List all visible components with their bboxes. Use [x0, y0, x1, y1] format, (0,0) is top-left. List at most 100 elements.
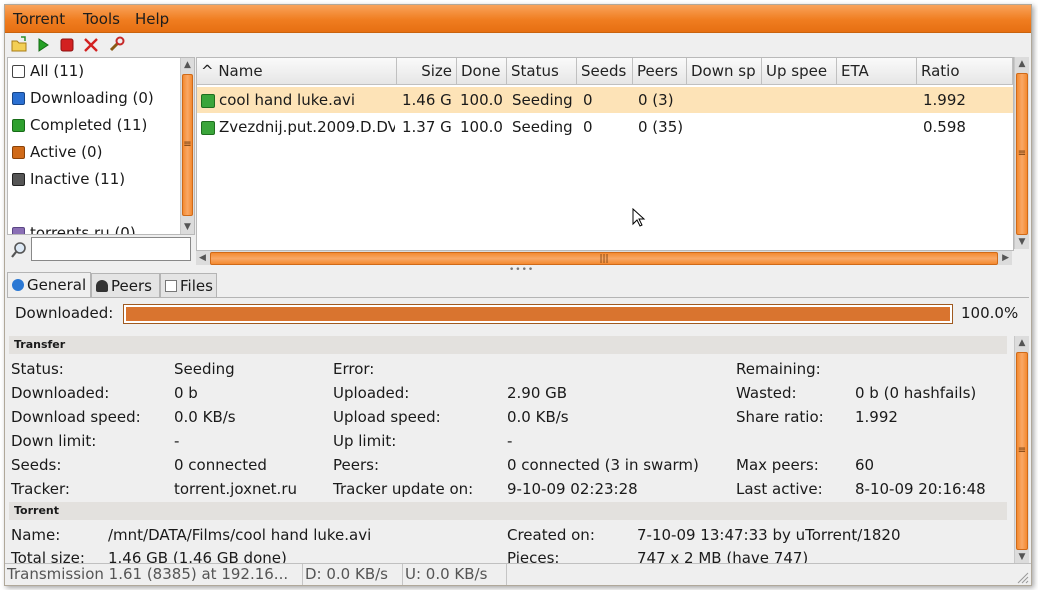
scroll-right-icon[interactable]: ▶ [1002, 251, 1009, 265]
column-header-size[interactable]: Size [397, 58, 457, 85]
scroll-left-icon[interactable]: ◀ [199, 251, 206, 265]
torrent-list-hscroll-thumb[interactable]: ||| [210, 252, 998, 265]
scroll-up-icon[interactable]: ▲ [181, 58, 194, 72]
torrent-list-hscrollbar[interactable]: ◀ ||| ▶ [196, 251, 1012, 265]
filter-label: Completed (11) [30, 116, 148, 134]
column-header-status[interactable]: Status [507, 58, 577, 85]
field-value: 1.992 [855, 408, 898, 426]
column-header-eta[interactable]: ETA [837, 58, 917, 85]
tab-general[interactable]: General [7, 272, 91, 298]
field-label: Downloaded: [11, 384, 110, 402]
field-label: Remaining: [736, 360, 821, 378]
column-header-down-speed[interactable]: Down sp [687, 58, 762, 85]
completed-icon [12, 119, 25, 132]
cell-status: Seeding [512, 91, 573, 109]
filter-label: Inactive (11) [30, 170, 126, 188]
field-label: Download speed: [11, 408, 141, 426]
tab-peers[interactable]: Peers [91, 273, 160, 297]
open-torrent-button[interactable] [9, 35, 29, 55]
start-button[interactable] [33, 35, 53, 55]
filter-all[interactable]: All (11) [8, 58, 178, 84]
menu-help[interactable]: Help [135, 10, 169, 28]
column-header-peers[interactable]: Peers [633, 58, 687, 85]
downloaded-progress-fill [126, 307, 950, 321]
play-icon [38, 38, 49, 52]
cell-peers: 0 (3) [638, 91, 674, 109]
cell-up-speed [767, 114, 835, 140]
details-pane: Downloaded: 100.0% Transfer Status: Seed… [7, 297, 1029, 564]
mouse-cursor-icon [632, 208, 646, 227]
column-header-ratio[interactable]: Ratio [917, 58, 1013, 85]
scroll-up-icon[interactable]: ▲ [1015, 57, 1029, 71]
torrent-list-vscrollbar[interactable]: ▲ ≡ ▼ [1014, 57, 1029, 249]
field-value: /mnt/DATA/Films/cool hand luke.avi [108, 526, 372, 544]
menubar: Torrent Tools Help [5, 5, 1031, 33]
field-label: Share ratio: [736, 408, 824, 426]
filter-inactive[interactable]: Inactive (11) [8, 166, 178, 192]
column-header-done[interactable]: Done [457, 58, 507, 85]
field-value: 7-10-09 13:47:33 by uTorrent/1820 [637, 526, 901, 544]
stop-button[interactable] [57, 35, 77, 55]
seeding-icon [201, 94, 215, 108]
field-label: Upload speed: [333, 408, 441, 426]
torrent-list-vscroll-thumb[interactable]: ≡ [1016, 73, 1028, 235]
menu-torrent[interactable]: Torrent [13, 10, 65, 28]
scroll-down-icon[interactable]: ▼ [1015, 550, 1029, 564]
field-label: Wasted: [736, 384, 797, 402]
cell-status: Seeding [512, 118, 573, 136]
cell-done: 100.0 [460, 91, 503, 109]
field-value: 0 connected [174, 456, 267, 474]
app-window: Torrent Tools Help All (11) Downloading … [4, 4, 1032, 586]
field-value: - [507, 432, 513, 450]
sidebar-scrollbar[interactable]: ▲ ≡ ▼ [180, 58, 194, 234]
pane-splitter-handle[interactable]: •••• [509, 265, 534, 275]
field-value: 0 connected (3 in swarm) [507, 456, 699, 474]
details-vscrollbar[interactable]: ▲ ≡ ▼ [1014, 336, 1029, 564]
remove-button[interactable] [81, 35, 101, 55]
toolbar [5, 33, 1031, 57]
sidebar-scroll-thumb[interactable]: ≡ [182, 74, 193, 216]
properties-button[interactable] [107, 35, 127, 55]
cell-seeds: 0 [583, 118, 593, 136]
field-value: 0 b (0 hashfails) [855, 384, 977, 402]
filter-active[interactable]: Active (0) [8, 139, 178, 165]
cell-eta [842, 87, 914, 113]
cell-seeds: 0 [583, 91, 593, 109]
field-label: Created on: [507, 526, 595, 544]
tab-files[interactable]: Files [160, 273, 217, 297]
field-label: Seeds: [11, 456, 62, 474]
details-vscroll-thumb[interactable]: ≡ [1016, 352, 1028, 550]
field-value: 2.90 GB [507, 384, 568, 402]
torrent-list: ^ Name Size Done Status Seeds Peers Down… [196, 57, 1014, 251]
column-header-seeds[interactable]: Seeds [577, 58, 633, 85]
all-icon [12, 65, 25, 78]
downloaded-progress-bar [123, 304, 953, 324]
scroll-down-icon[interactable]: ▼ [1015, 235, 1029, 249]
scroll-down-icon[interactable]: ▼ [181, 220, 194, 234]
cell-size: 1.37 G [402, 118, 452, 136]
grip-icon: ≡ [1017, 148, 1027, 159]
field-value: 60 [855, 456, 875, 474]
cell-down-speed [692, 114, 760, 140]
table-row[interactable]: cool hand luke.avi 1.46 G 100.0 Seeding … [197, 87, 1013, 113]
field-label: Up limit: [333, 432, 397, 450]
status-connection: Transmission 1.61 (8385) at 192.16... [5, 564, 303, 585]
filter-tracker[interactable]: torrents.ru (0) [8, 220, 178, 234]
column-header-up-speed[interactable]: Up spee [762, 58, 837, 85]
download-icon [12, 92, 25, 105]
scroll-up-icon[interactable]: ▲ [1015, 336, 1029, 350]
filter-completed[interactable]: Completed (11) [8, 112, 178, 138]
filter-downloading[interactable]: Downloading (0) [8, 85, 178, 111]
filter-label: Active (0) [30, 143, 103, 161]
column-header-name[interactable]: ^ Name [197, 58, 397, 85]
menu-tools[interactable]: Tools [83, 10, 120, 28]
field-label: Peers: [333, 456, 380, 474]
cell-name: Zvezdnij.put.2009.D.DVDRip [219, 118, 395, 136]
search-input[interactable] [31, 237, 191, 261]
table-row[interactable]: Zvezdnij.put.2009.D.DVDRip 1.37 G 100.0 … [197, 114, 1013, 140]
field-value: - [174, 432, 180, 450]
status-download-speed: D: 0.0 KB/s [303, 564, 403, 585]
cell-down-speed [692, 87, 760, 113]
field-value: 0 b [174, 384, 198, 402]
resize-grip-icon[interactable] [1015, 570, 1029, 584]
